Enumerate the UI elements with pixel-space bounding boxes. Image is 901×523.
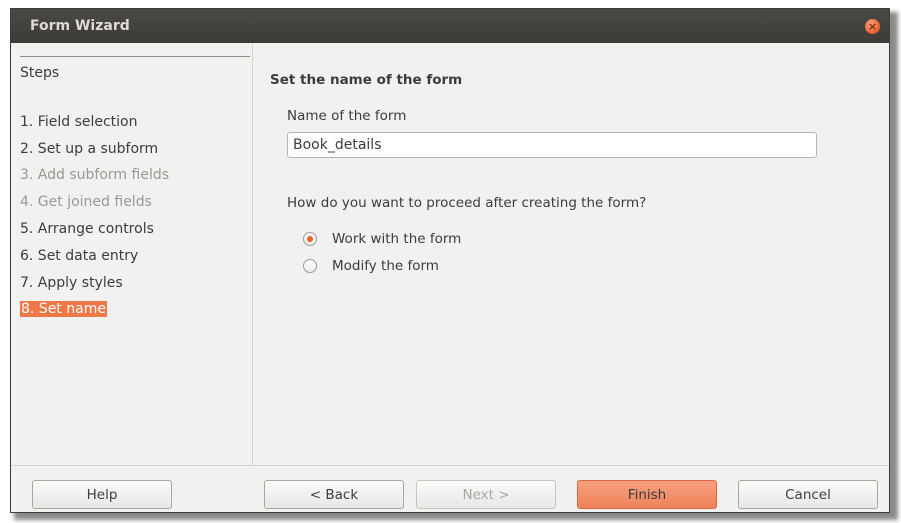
step-set-name[interactable]: 8. Set name [20, 301, 107, 317]
finish-button[interactable]: Finish [577, 480, 717, 509]
form-name-label: Name of the form [287, 108, 407, 124]
close-icon[interactable]: × [865, 19, 880, 34]
step-set-data-entry[interactable]: 6. Set data entry [20, 248, 138, 264]
section-title: Set the name of the form [270, 72, 463, 88]
radio-selected-icon[interactable] [303, 232, 317, 246]
step-field-selection[interactable]: 1. Field selection [20, 114, 138, 130]
radio-work-label[interactable]: Work with the form [332, 231, 461, 247]
step-set-up-subform[interactable]: 2. Set up a subform [20, 141, 158, 157]
steps-divider [20, 56, 250, 57]
window-title: Form Wizard [30, 18, 130, 34]
radio-modify-label[interactable]: Modify the form [332, 258, 439, 274]
cancel-button[interactable]: Cancel [738, 480, 878, 509]
next-button: Next > [416, 480, 556, 509]
back-button[interactable]: < Back [264, 480, 404, 509]
form-name-input[interactable] [287, 132, 817, 158]
steps-heading: Steps [20, 65, 60, 81]
steps-panel: Steps 1. Field selection 2. Set up a sub… [11, 43, 253, 465]
step-add-subform-fields: 3. Add subform fields [20, 167, 170, 183]
radio-modify-form[interactable]: Modify the form [303, 258, 439, 274]
proceed-question: How do you want to proceed after creatin… [287, 195, 647, 211]
footer-divider [11, 465, 889, 466]
form-wizard-dialog: Form Wizard × Steps 1. Field selection 2… [10, 8, 890, 513]
help-button[interactable]: Help [32, 480, 172, 509]
content-panel: Set the name of the form Name of the for… [253, 43, 889, 465]
step-get-joined-fields: 4. Get joined fields [20, 194, 152, 210]
radio-unselected-icon[interactable] [303, 259, 317, 273]
step-arrange-controls[interactable]: 5. Arrange controls [20, 221, 154, 237]
step-apply-styles[interactable]: 7. Apply styles [20, 275, 123, 291]
radio-work-with-form[interactable]: Work with the form [303, 231, 461, 247]
title-bar[interactable]: Form Wizard × [11, 9, 889, 43]
